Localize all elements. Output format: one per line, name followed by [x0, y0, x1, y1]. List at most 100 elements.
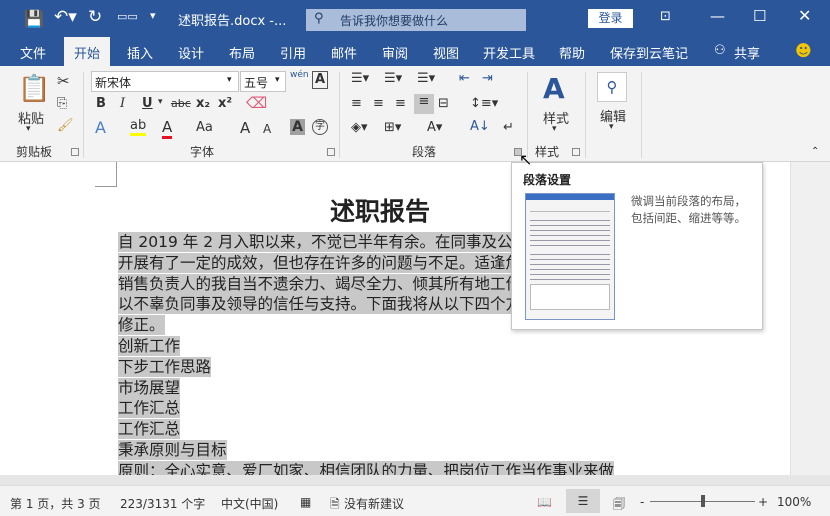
paste-dropdown-icon[interactable]: ▾ [26, 124, 31, 134]
suggestions-status[interactable]: 没有新建议 [344, 495, 404, 512]
word-count[interactable]: 223/3131 个字 [120, 495, 205, 512]
format-painter-icon[interactable]: 🖌 [57, 118, 74, 133]
increase-indent-icon[interactable]: ⇥ [482, 71, 493, 86]
tell-me-search[interactable]: ⚲ 告诉我你想要做什么 [306, 9, 526, 31]
tab-save-to-cloud-notes[interactable]: 保存到云笔记 [610, 43, 688, 62]
tab-view[interactable]: 视图 [433, 43, 459, 62]
strikethrough-button[interactable]: abc [171, 97, 191, 110]
styles-dropdown-icon[interactable]: ▾ [552, 124, 557, 134]
tab-developer[interactable]: 开发工具 [483, 43, 535, 62]
distributed-icon[interactable]: ⊟ [438, 96, 449, 111]
tab-help[interactable]: 帮助 [559, 43, 585, 62]
collapse-ribbon-icon[interactable]: ⌃ [811, 146, 819, 157]
shading-icon[interactable]: ◈▾ [351, 120, 368, 135]
styles-launcher-icon[interactable]: ↘ [572, 148, 580, 156]
phonetic-guide-icon[interactable]: wén [290, 70, 309, 80]
highlight-color-icon[interactable]: ab [130, 118, 147, 136]
font-color-icon[interactable]: A [162, 118, 173, 139]
language[interactable]: 中文(中国) [221, 495, 278, 512]
line-spacing-icon[interactable]: ↕≡▾ [470, 96, 498, 111]
clipboard-launcher-icon[interactable]: ↘ [71, 148, 79, 156]
customize-toolbar-icon[interactable]: ▾ [150, 9, 156, 22]
paste-button[interactable]: 粘贴 [18, 108, 44, 127]
macro-recording-icon[interactable]: ▦ [300, 495, 311, 509]
title-bar: 💾 ↶▾ ↻ ▭▭ ▾ 述职报告.docx -... ⚲ 告诉我你想要做什么 登… [0, 0, 830, 37]
font-size-value: 五号 [244, 76, 269, 90]
page-count[interactable]: 第 1 页，共 3 页 [10, 495, 101, 512]
character-shading-button[interactable]: A [290, 119, 305, 135]
zoom-slider-thumb[interactable] [700, 495, 705, 507]
font-name-combobox[interactable]: 新宋体 ▾ [91, 71, 239, 92]
accessibility-icon[interactable]: 🗎 [330, 495, 340, 516]
find-icon[interactable]: ⚲ [597, 72, 627, 102]
grow-font-button[interactable]: A [240, 119, 250, 137]
enclose-characters-button[interactable]: 字 [312, 119, 328, 135]
bold-button[interactable]: B [96, 96, 106, 111]
paste-icon[interactable]: 📋 [18, 74, 50, 104]
ribbon-display-options-icon[interactable]: ⊡ [660, 9, 671, 24]
show-formatting-marks-icon[interactable]: ↵ [503, 120, 514, 135]
tooltip-title: 段落设置 [523, 173, 572, 187]
undo-icon[interactable]: ↶▾ [54, 7, 77, 27]
search-placeholder: 告诉我你想要做什么 [340, 14, 449, 28]
align-left-icon[interactable]: ≡ [351, 96, 362, 111]
underline-dropdown-icon[interactable]: ▾ [158, 97, 163, 107]
tab-review[interactable]: 审阅 [382, 43, 408, 62]
login-button[interactable]: 登录 [588, 9, 633, 28]
font-launcher-icon[interactable]: ↘ [327, 148, 335, 156]
underline-button[interactable]: U [142, 96, 153, 111]
zoom-out-button[interactable]: - [640, 495, 644, 509]
character-border-icon[interactable]: A [312, 71, 328, 89]
shrink-font-button[interactable]: A [263, 122, 271, 136]
align-right-icon[interactable]: ≡ [395, 96, 406, 111]
maximize-button[interactable]: ☐ [753, 7, 766, 25]
change-case-button[interactable]: Aa [196, 120, 213, 135]
redo-icon[interactable]: ↻ [88, 7, 102, 27]
feedback-smiley-icon[interactable]: ☻ [795, 41, 812, 60]
bullets-icon[interactable]: ☰▾ [351, 71, 369, 86]
justify-icon[interactable]: ≡ [414, 94, 434, 114]
zoom-level[interactable]: 100% [777, 495, 811, 509]
tab-design[interactable]: 设计 [178, 43, 204, 62]
save-icon[interactable]: 💾 [24, 9, 44, 28]
share-button[interactable]: 共享 [734, 43, 760, 62]
vertical-scrollbar[interactable] [790, 162, 830, 475]
tab-file[interactable]: 文件 [20, 43, 46, 62]
touch-mode-icon[interactable]: ▭▭ [117, 10, 138, 23]
multilevel-list-icon[interactable]: ☰▾ [417, 71, 435, 86]
font-name-value: 新宋体 [95, 76, 132, 90]
tab-mailings[interactable]: 邮件 [331, 43, 357, 62]
zoom-in-button[interactable]: + [758, 495, 768, 509]
tab-references[interactable]: 引用 [280, 43, 306, 62]
copy-icon[interactable]: ⎘ [57, 96, 67, 111]
document-line: 创新工作 [118, 336, 181, 356]
divider [641, 72, 642, 158]
minimize-button[interactable]: — [710, 7, 725, 25]
horizontal-scrollbar[interactable] [0, 475, 830, 485]
decrease-indent-icon[interactable]: ⇤ [459, 71, 470, 86]
styles-icon[interactable]: A [543, 72, 565, 105]
tab-home[interactable]: 开始 [64, 37, 111, 66]
share-icon[interactable]: ⚇ [714, 43, 726, 58]
close-button[interactable]: ✕ [798, 6, 811, 25]
font-size-combobox[interactable]: 五号 ▾ [240, 71, 286, 92]
zoom-slider[interactable] [650, 495, 755, 507]
borders-icon[interactable]: ⊞▾ [384, 120, 401, 135]
cut-icon[interactable]: ✂ [57, 72, 70, 90]
clear-formatting-icon[interactable]: ⌫ [246, 94, 267, 112]
editing-dropdown-icon[interactable]: ▾ [609, 122, 614, 132]
subscript-button[interactable]: x₂ [196, 96, 210, 111]
print-layout-icon[interactable]: ☰ [566, 489, 600, 513]
sort-icon[interactable]: A↓ [470, 119, 490, 134]
asian-layout-icon[interactable]: A▾ [427, 120, 442, 135]
tab-layout[interactable]: 布局 [229, 43, 255, 62]
read-mode-icon[interactable]: 📖 [537, 495, 552, 509]
italic-button[interactable]: I [120, 96, 125, 111]
document-line: 工作汇总 [118, 398, 181, 419]
superscript-button[interactable]: x² [218, 96, 232, 111]
numbering-icon[interactable]: ☰▾ [384, 71, 402, 86]
text-effects-button[interactable]: A [95, 118, 106, 137]
align-center-icon[interactable]: ≡ [373, 96, 384, 111]
web-layout-icon[interactable]: 🗐 [613, 495, 625, 516]
tab-insert[interactable]: 插入 [127, 43, 153, 62]
